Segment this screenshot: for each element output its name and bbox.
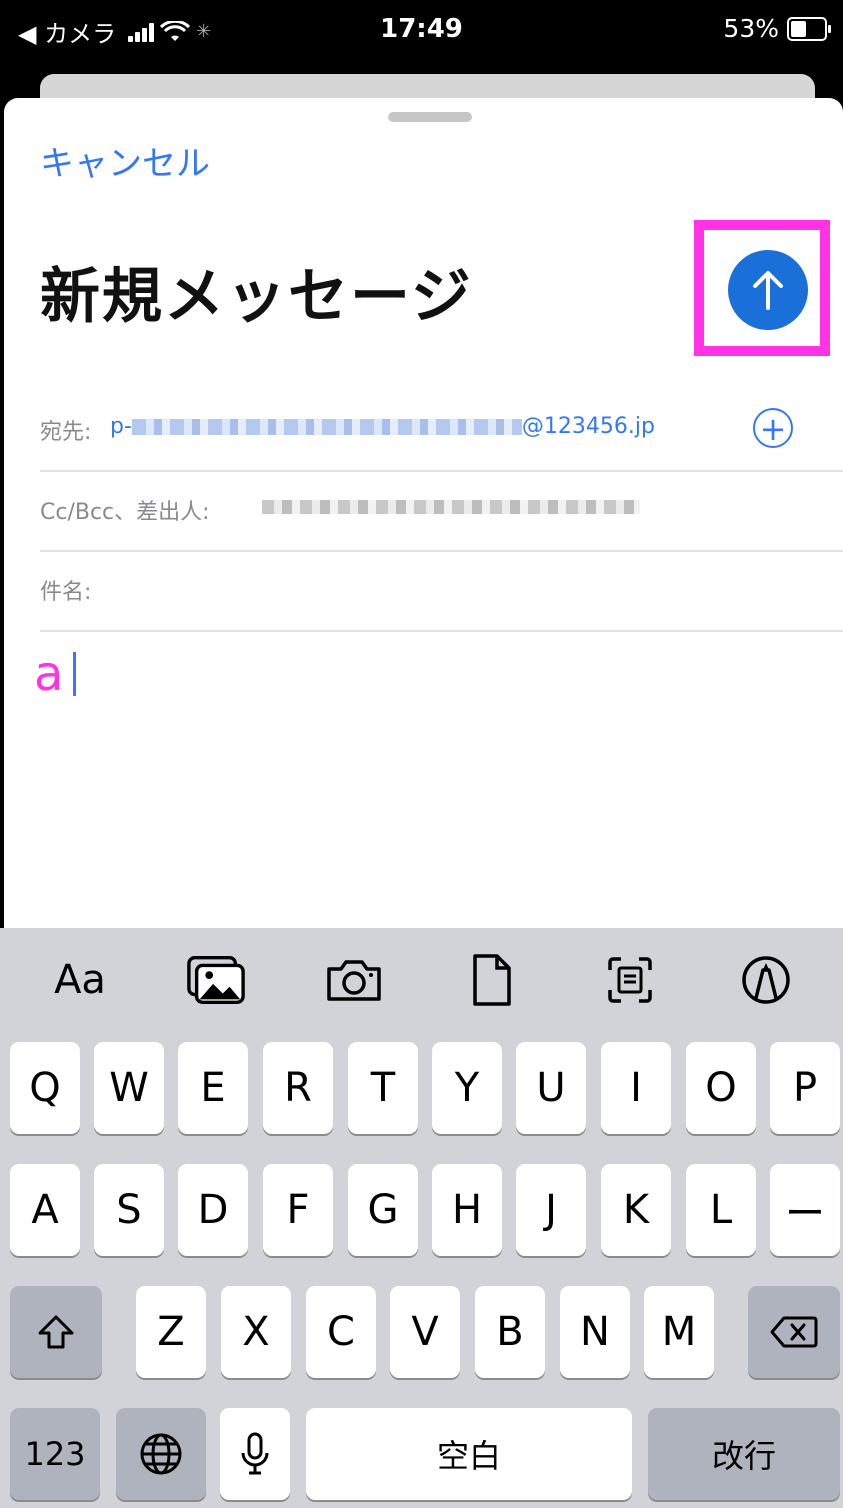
battery-icon bbox=[787, 16, 831, 41]
cc-label: Cc/Bcc、差出人: bbox=[40, 500, 210, 525]
dictation-key[interactable] bbox=[220, 1408, 290, 1500]
shift-icon bbox=[38, 1315, 74, 1349]
keyboard-toolbar: Aa bbox=[0, 928, 843, 1028]
camera-icon[interactable] bbox=[324, 952, 384, 1008]
markup-icon[interactable] bbox=[736, 952, 796, 1008]
backspace-key[interactable] bbox=[748, 1286, 840, 1378]
key-t[interactable]: T bbox=[348, 1042, 418, 1134]
key-p[interactable]: P bbox=[770, 1042, 840, 1134]
keyboard: Aa Q W E R T Y U I O P A S D F G H J K L… bbox=[0, 928, 843, 1508]
key-long-vowel[interactable]: ー bbox=[770, 1164, 840, 1256]
to-value-prefix: p- bbox=[110, 414, 132, 439]
backspace-icon bbox=[770, 1316, 818, 1348]
compose-sheet: キャンセル 新規メッセージ 宛先: p- @123456.jp + Cc/Bcc、… bbox=[4, 98, 843, 928]
key-u[interactable]: U bbox=[516, 1042, 586, 1134]
key-a[interactable]: A bbox=[10, 1164, 80, 1256]
subject-field[interactable]: 件名: bbox=[40, 550, 843, 632]
from-value bbox=[262, 494, 640, 519]
to-value: p- @123456.jp bbox=[110, 414, 655, 439]
body-text: a bbox=[34, 646, 64, 702]
send-button-highlight bbox=[694, 220, 830, 356]
numbers-key[interactable]: 123 bbox=[10, 1408, 100, 1500]
key-j[interactable]: J bbox=[516, 1164, 586, 1256]
key-b[interactable]: B bbox=[475, 1286, 545, 1378]
key-y[interactable]: Y bbox=[432, 1042, 502, 1134]
key-o[interactable]: O bbox=[686, 1042, 756, 1134]
document-icon[interactable] bbox=[462, 952, 522, 1008]
key-x[interactable]: X bbox=[221, 1286, 291, 1378]
key-w[interactable]: W bbox=[94, 1042, 164, 1134]
key-e[interactable]: E bbox=[178, 1042, 248, 1134]
battery-percent: 53% bbox=[723, 14, 779, 43]
globe-icon bbox=[140, 1433, 182, 1475]
format-button[interactable]: Aa bbox=[50, 952, 110, 1008]
cc-bcc-field[interactable]: Cc/Bcc、差出人: bbox=[40, 470, 843, 552]
key-d[interactable]: D bbox=[178, 1164, 248, 1256]
add-recipient-button[interactable]: + bbox=[753, 408, 793, 448]
key-c[interactable]: C bbox=[306, 1286, 376, 1378]
key-l[interactable]: L bbox=[686, 1164, 756, 1256]
key-f[interactable]: F bbox=[263, 1164, 333, 1256]
to-label: 宛先: bbox=[40, 420, 92, 445]
key-n[interactable]: N bbox=[560, 1286, 630, 1378]
key-v[interactable]: V bbox=[390, 1286, 460, 1378]
return-key[interactable]: 改行 bbox=[648, 1408, 840, 1500]
message-body[interactable]: a bbox=[34, 646, 77, 702]
cancel-button[interactable]: キャンセル bbox=[40, 136, 210, 185]
scan-text-icon[interactable] bbox=[600, 952, 660, 1008]
key-s[interactable]: S bbox=[94, 1164, 164, 1256]
key-q[interactable]: Q bbox=[10, 1042, 80, 1134]
globe-key[interactable] bbox=[116, 1408, 206, 1500]
key-i[interactable]: I bbox=[601, 1042, 671, 1134]
sheet-grabber[interactable] bbox=[388, 112, 472, 122]
shift-key[interactable] bbox=[10, 1286, 102, 1378]
redacted-text bbox=[262, 500, 640, 514]
key-r[interactable]: R bbox=[263, 1042, 333, 1134]
subject-label: 件名: bbox=[40, 580, 92, 605]
status-time: 17:49 bbox=[380, 14, 463, 44]
key-g[interactable]: G bbox=[348, 1164, 418, 1256]
text-cursor bbox=[73, 652, 77, 696]
space-key[interactable]: 空白 bbox=[306, 1408, 632, 1500]
redacted-text bbox=[131, 419, 522, 435]
key-z[interactable]: Z bbox=[136, 1286, 206, 1378]
status-bar: ◀ カメラ ✳ 17:49 53% bbox=[0, 0, 843, 70]
microphone-icon bbox=[241, 1432, 269, 1475]
key-m[interactable]: M bbox=[644, 1286, 714, 1378]
key-h[interactable]: H bbox=[432, 1164, 502, 1256]
to-field[interactable]: 宛先: p- @123456.jp + bbox=[40, 390, 843, 472]
key-k[interactable]: K bbox=[601, 1164, 671, 1256]
photo-library-icon[interactable] bbox=[186, 952, 246, 1008]
page-title: 新規メッセージ bbox=[40, 262, 473, 332]
to-value-suffix: @123456.jp bbox=[521, 414, 655, 439]
